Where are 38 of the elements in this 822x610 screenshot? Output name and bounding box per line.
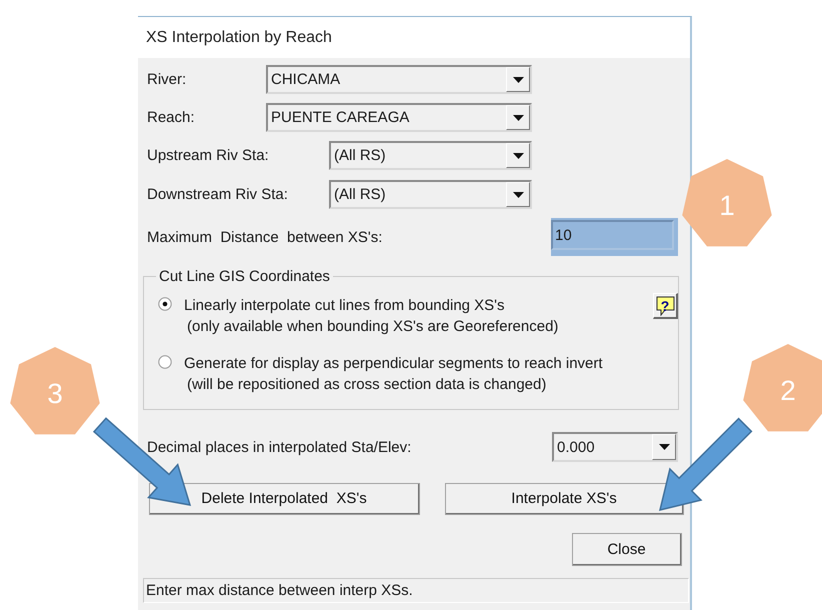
action-button[interactable]: Delete Interpolated XS's [149, 483, 420, 515]
radio-button[interactable] [158, 355, 172, 369]
field-label: Maximum Distance between XS's: [147, 228, 382, 246]
field-label: Upstream Riv Sta: [147, 147, 270, 164]
field-label: Downstream Riv Sta: [147, 186, 289, 203]
dropdown-field[interactable]: PUENTE CAREAGA [266, 103, 532, 132]
dropdown-button[interactable] [506, 105, 530, 130]
dropdown-field[interactable]: CHICAMA [266, 65, 532, 94]
caret-icon [512, 76, 524, 82]
dropdown-button[interactable] [652, 434, 676, 460]
dropdown-field[interactable]: (All RS) [329, 180, 532, 209]
option-label: Linearly interpolate cut lines from bounding XS's [184, 296, 506, 316]
action-button[interactable]: Interpolate XS's [445, 483, 684, 515]
caret-icon [512, 192, 524, 198]
callout-badge: 1 [682, 159, 772, 246]
option-label: Generate for display as perpendicular segments to reach invert [184, 354, 603, 374]
close-button[interactable]: Close [572, 533, 682, 566]
field-label: Reach: [147, 109, 196, 126]
option-note: (will be repositioned as cross section data is changed) [186, 375, 548, 395]
dropdown-field[interactable]: (All RS) [329, 141, 532, 170]
dropdown-button[interactable] [506, 67, 530, 92]
callout-badge: 3 [10, 347, 100, 434]
radio-button[interactable] [158, 297, 172, 311]
dropdown-field[interactable]: 0.000 [552, 432, 678, 462]
caret-icon [512, 114, 524, 120]
field-label: River: [147, 71, 188, 88]
caret-icon [658, 444, 670, 450]
input-field[interactable]: 10 [551, 220, 674, 250]
dropdown-button[interactable] [506, 143, 530, 168]
group-title: Cut Line GIS Coordinates [158, 268, 331, 285]
dropdown-button[interactable] [506, 182, 530, 207]
window-title: XS Interpolation by Reach [146, 28, 332, 46]
callout-badge: 2 [743, 344, 822, 432]
field-label: Decimal places in interpolated Sta/Elev: [147, 438, 412, 456]
status-bar: Enter max distance between interp XSs. [143, 578, 689, 603]
option-note: (only available when bounding XS's are Georeferenced) [186, 317, 558, 337]
caret-icon [512, 152, 524, 158]
help-button[interactable]: ? [653, 293, 678, 319]
